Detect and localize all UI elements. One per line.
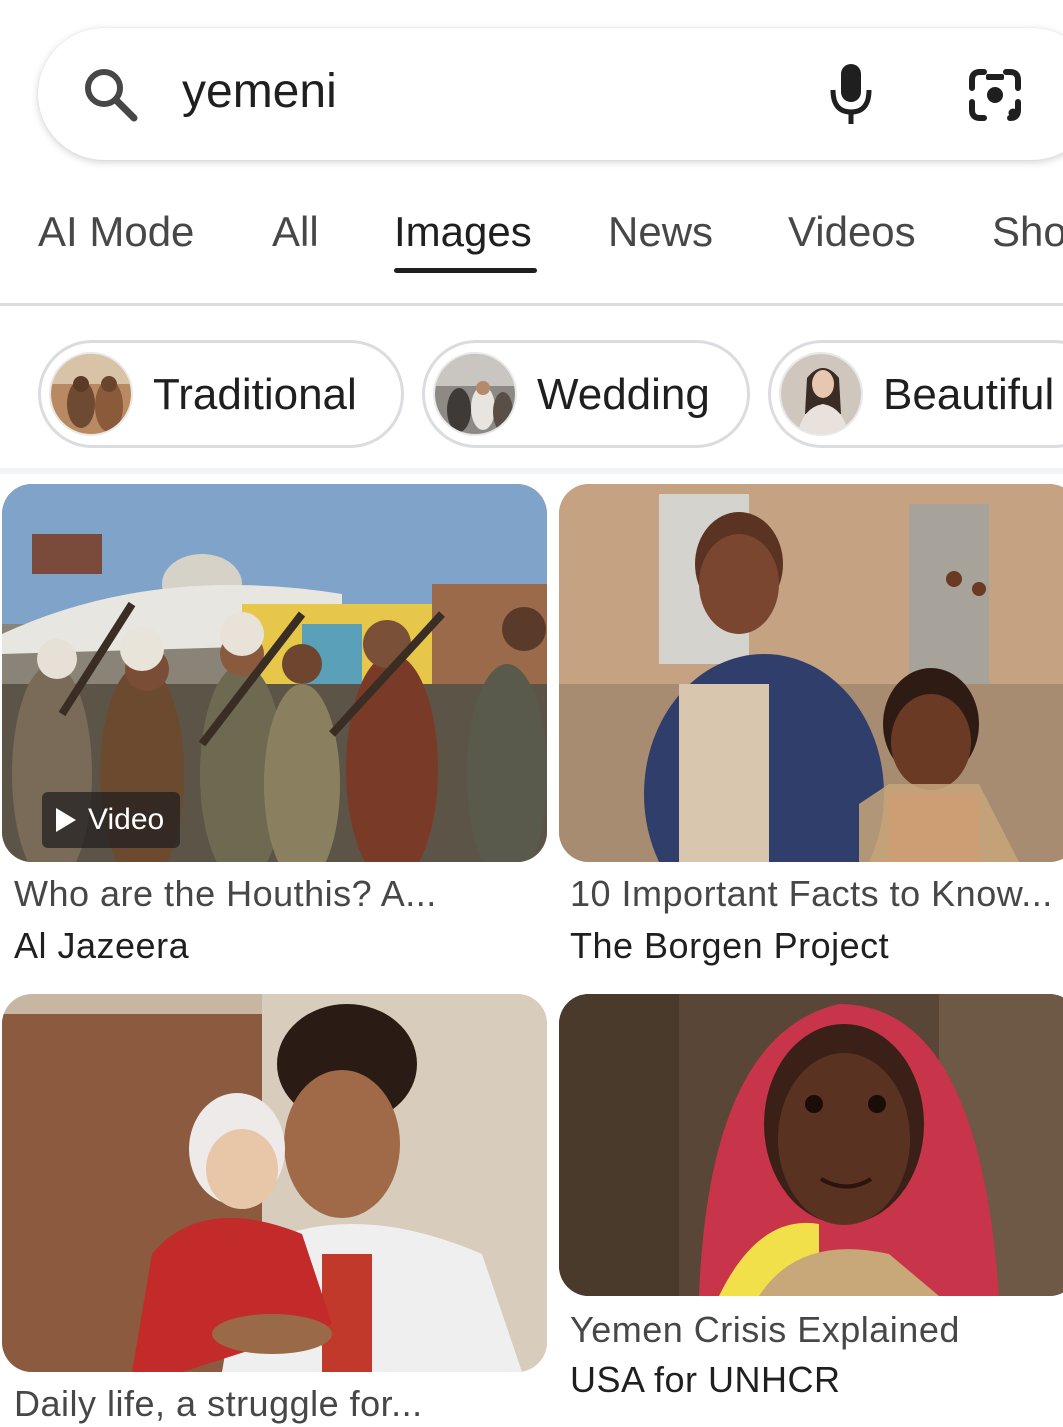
search-icon [85,69,138,122]
tab-ai-mode[interactable]: AI Mode [38,206,194,258]
video-badge-label: Video [88,803,165,836]
play-icon [56,808,76,832]
search-tabs: AI Mode All Images News Videos Sho [0,190,1063,306]
result-image[interactable] [559,484,1063,862]
chip-thumbnail [49,352,133,436]
search-bar[interactable]: yemeni [38,28,1063,160]
tab-all[interactable]: All [272,206,319,258]
tab-news[interactable]: News [608,206,713,258]
chips-divider [0,468,1063,474]
google-lens-icon[interactable] [966,66,1024,124]
active-tab-indicator [394,268,537,273]
chip-label: Wedding [537,370,710,419]
result-photo [2,994,547,1372]
result-title[interactable]: 10 Important Facts to Know... [570,872,1053,916]
tab-images[interactable]: Images [394,206,532,258]
result-photo [559,994,1063,1296]
result-image[interactable] [559,994,1063,1296]
result-image[interactable] [2,994,547,1372]
result-image[interactable]: Video [2,484,547,862]
chip-thumbnail [433,352,517,436]
result-title[interactable]: Yemen Crisis Explained [570,1308,960,1352]
chip-thumbnail [779,352,863,436]
result-title[interactable]: Daily life, a struggle for... [14,1382,423,1426]
chip-label: Beautiful [883,370,1055,419]
result-title[interactable]: Who are the Houthis? A... [14,872,437,916]
chip-traditional[interactable]: Traditional [38,340,404,448]
chip-beautiful[interactable]: Beautiful [768,340,1063,448]
result-photo [559,484,1063,862]
result-source[interactable]: USA for UNHCR [570,1358,841,1402]
result-source[interactable]: The Borgen Project [570,924,889,968]
chip-wedding[interactable]: Wedding [422,340,750,448]
chip-label: Traditional [153,370,357,419]
tab-shopping[interactable]: Sho [992,206,1063,258]
video-badge: Video [42,792,181,848]
result-source[interactable]: Al Jazeera [14,924,189,968]
tab-videos[interactable]: Videos [788,206,916,258]
search-input[interactable]: yemeni [182,62,337,122]
mic-icon[interactable] [828,62,874,126]
tabs-divider [0,303,1063,306]
